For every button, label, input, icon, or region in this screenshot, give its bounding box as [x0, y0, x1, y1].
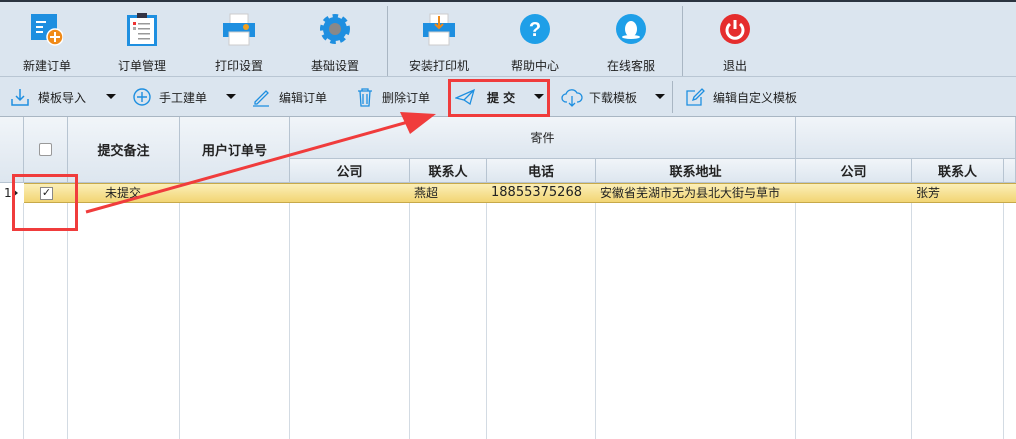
annotation-arrow — [85, 112, 436, 214]
